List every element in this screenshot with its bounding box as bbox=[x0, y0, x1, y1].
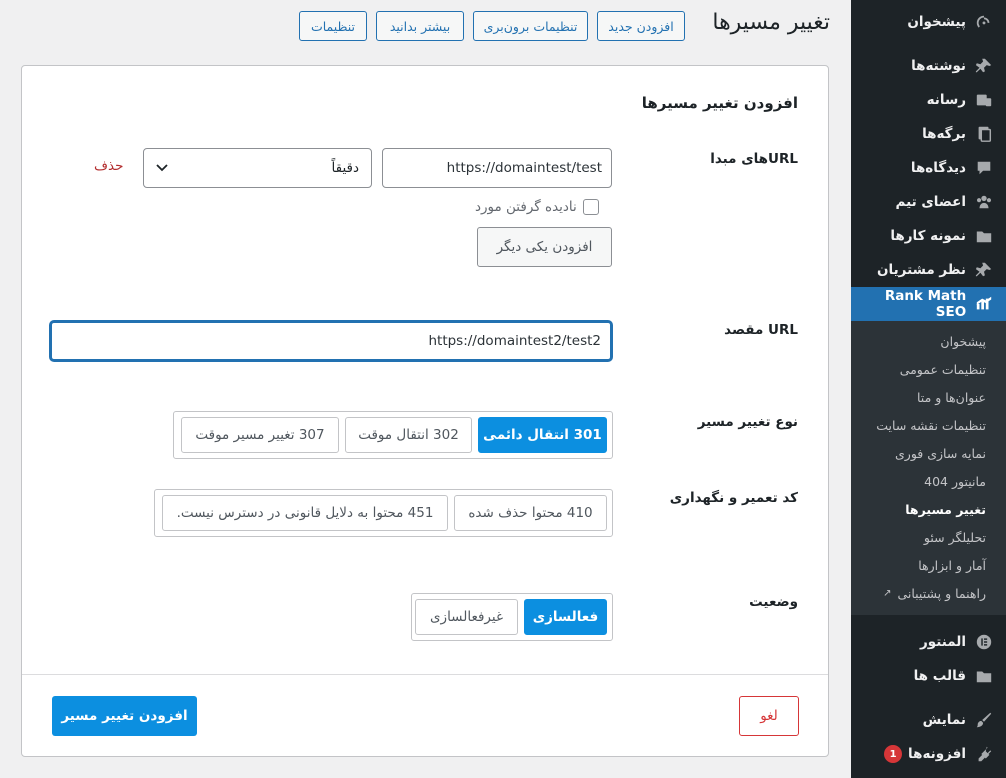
code-410-button[interactable]: 410 محتوا حذف شده bbox=[454, 495, 607, 531]
sidebar-item-pages[interactable]: برگه‌ها bbox=[851, 117, 1006, 151]
submenu-item-titles-meta[interactable]: عنوان‌ها و متا bbox=[851, 383, 1006, 411]
sidebar-item-label: اعضای تیم bbox=[895, 194, 966, 210]
sidebar-item-testimonials[interactable]: نظر مشتریان bbox=[851, 253, 1006, 287]
sidebar-item-team[interactable]: اعضای تیم bbox=[851, 185, 1006, 219]
sidebar-item-label: Rank Math SEO bbox=[884, 288, 967, 320]
ignore-case-label: نادیده گرفتن مورد bbox=[475, 199, 577, 215]
ignore-case-checkbox[interactable] bbox=[582, 199, 599, 215]
source-urls-label: URLهای مبدا bbox=[710, 151, 798, 167]
media-icon bbox=[974, 90, 994, 110]
submenu-item-label: عنوان‌ها و متا bbox=[916, 389, 986, 405]
rank-math-submenu: پیشخوان تنظیمات عمومی عنوان‌ها و متا تنظ… bbox=[851, 321, 1006, 615]
activate-button[interactable]: فعالسازی bbox=[524, 599, 607, 635]
destination-url-label: URL مقصد bbox=[724, 322, 798, 338]
sidebar-item-label: نظر مشتریان bbox=[877, 262, 966, 278]
sidebar-item-portfolio[interactable]: نمونه کارها bbox=[851, 219, 1006, 253]
sidebar-item-label: رسانه bbox=[926, 92, 966, 108]
submenu-item-instant-indexing[interactable]: نمایه سازی فوری bbox=[851, 439, 1006, 467]
chevron-down-icon bbox=[156, 160, 168, 176]
elementor-icon bbox=[974, 632, 994, 652]
submenu-item-seo-analyzer[interactable]: تحلیلگر سئو bbox=[851, 523, 1006, 551]
sidebar-item-dashboard[interactable]: پیشخوان bbox=[851, 5, 1006, 39]
code-451-button[interactable]: 451 محتوا به دلایل قانونی در دسترس نیست. bbox=[162, 495, 448, 531]
external-link-icon: ↗ bbox=[883, 587, 892, 599]
sidebar-item-media[interactable]: رسانه bbox=[851, 83, 1006, 117]
submenu-item-status-tools[interactable]: آمار و ابزارها bbox=[851, 551, 1006, 579]
page-title: تغییر مسیرها bbox=[712, 10, 830, 35]
admin-sidebar: پیشخوان نوشته‌ها رسانه برگه‌ها دیدگاه‌ها… bbox=[843, 0, 1006, 778]
sidebar-item-label: دیدگاه‌ها bbox=[910, 160, 966, 176]
sidebar-item-comments[interactable]: دیدگاه‌ها bbox=[851, 151, 1006, 185]
submenu-item-redirections[interactable]: تغییر مسیرها bbox=[851, 495, 1006, 523]
sidebar-item-label: نوشته‌ها bbox=[911, 58, 966, 74]
delete-source-link[interactable]: حذف bbox=[94, 158, 123, 174]
status-label: وضعیت bbox=[749, 594, 798, 610]
submenu-item-404-monitor[interactable]: مانیتور 404 bbox=[851, 467, 1006, 495]
comments-icon bbox=[974, 158, 994, 178]
dashboard-icon bbox=[974, 12, 994, 32]
pin-icon bbox=[974, 260, 994, 280]
update-count-badge: 1 bbox=[884, 745, 903, 763]
submenu-item-label: تنظیمات نقشه سایت bbox=[876, 417, 986, 433]
folder-icon bbox=[974, 666, 994, 686]
match-type-value: دقیقاً bbox=[331, 160, 359, 176]
submenu-item-help[interactable]: راهنما و پشتیبانی ↗ bbox=[851, 579, 1006, 607]
pages-icon bbox=[974, 124, 994, 144]
submenu-item-label: تغییر مسیرها bbox=[905, 501, 986, 517]
sidebar-item-label: نمونه کارها bbox=[890, 228, 966, 244]
redirect-307-button[interactable]: 307 تغییر مسیر موقت bbox=[181, 417, 339, 453]
submenu-item-label: نمایه سازی فوری bbox=[895, 445, 986, 461]
brush-icon bbox=[974, 710, 994, 730]
sidebar-item-label: برگه‌ها bbox=[922, 126, 966, 142]
sidebar-item-appearance[interactable]: نمایش bbox=[851, 703, 1006, 737]
cancel-button[interactable]: لغو bbox=[739, 696, 799, 736]
plugin-icon bbox=[974, 744, 994, 764]
submenu-item-label: تنظیمات عمومی bbox=[899, 361, 986, 377]
add-redirection-card: افزودن تغییر مسیرها URLهای مبدا https://… bbox=[21, 65, 829, 757]
sidebar-item-templates[interactable]: قالب ها bbox=[851, 659, 1006, 693]
rank-math-icon bbox=[974, 294, 994, 314]
destination-url-input[interactable]: https://domaintest2/test2 bbox=[50, 321, 612, 361]
redirect-type-label: نوع تغییر مسیر bbox=[697, 414, 798, 430]
ignore-case-row: نادیده گرفتن مورد bbox=[475, 199, 599, 215]
redirect-301-button[interactable]: 301 انتقال دائمی bbox=[478, 417, 607, 453]
sidebar-item-label: نمایش bbox=[922, 712, 966, 728]
add-new-button[interactable]: افزودن جدید bbox=[597, 11, 685, 41]
deactivate-button[interactable]: غیرفعالسازی bbox=[415, 599, 518, 635]
redirect-302-button[interactable]: 302 انتقال موقت bbox=[345, 417, 472, 453]
submenu-item-general-settings[interactable]: تنظیمات عمومی bbox=[851, 355, 1006, 383]
submenu-item-label: تحلیلگر سئو bbox=[923, 529, 986, 545]
sidebar-item-plugins[interactable]: افزونه‌ها 1 bbox=[851, 737, 1006, 771]
import-export-button[interactable]: تنظیمات برون‌بری bbox=[473, 11, 588, 41]
learn-more-button[interactable]: بیشتر بدانید bbox=[376, 11, 464, 41]
maintenance-code-group: 410 محتوا حذف شده 451 محتوا به دلایل قان… bbox=[154, 489, 613, 537]
status-group: فعالسازی غیرفعالسازی bbox=[411, 593, 613, 641]
sidebar-item-elementor[interactable]: المنتور bbox=[851, 625, 1006, 659]
submenu-item-label: مانیتور 404 bbox=[924, 473, 986, 489]
maintenance-code-label: کد تعمیر و نگهداری bbox=[669, 490, 798, 506]
sidebar-item-label: افزونه‌ها bbox=[908, 746, 966, 762]
sidebar-item-label: پیشخوان bbox=[907, 14, 966, 30]
source-url-input[interactable]: https://domaintest/test bbox=[382, 148, 612, 188]
sidebar-item-label: المنتور bbox=[919, 634, 966, 650]
submenu-item-label: راهنما و پشتیبانی bbox=[897, 585, 986, 601]
submenu-item-sitemap-settings[interactable]: تنظیمات نقشه سایت bbox=[851, 411, 1006, 439]
submenu-item-label: آمار و ابزارها bbox=[918, 557, 986, 573]
sidebar-item-posts[interactable]: نوشته‌ها bbox=[851, 49, 1006, 83]
card-footer-divider bbox=[22, 674, 828, 675]
team-icon bbox=[974, 192, 994, 212]
pin-icon bbox=[974, 56, 994, 76]
card-title: افزودن تغییر مسیرها bbox=[641, 94, 798, 112]
folder-icon bbox=[974, 226, 994, 246]
add-redirection-submit-button[interactable]: افزودن تغییر مسیر bbox=[52, 696, 197, 736]
submenu-item-dashboard[interactable]: پیشخوان bbox=[851, 327, 1006, 355]
sidebar-item-rank-math[interactable]: Rank Math SEO bbox=[843, 287, 1006, 321]
add-another-button[interactable]: افزودن یکی دیگر bbox=[477, 227, 612, 267]
match-type-select[interactable]: دقیقاً bbox=[143, 148, 372, 188]
redirect-type-group: 301 انتقال دائمی 302 انتقال موقت 307 تغی… bbox=[173, 411, 613, 459]
sidebar-item-label: قالب ها bbox=[913, 668, 966, 684]
settings-button[interactable]: تنظیمات bbox=[299, 11, 367, 41]
submenu-item-label: پیشخوان bbox=[940, 333, 986, 349]
